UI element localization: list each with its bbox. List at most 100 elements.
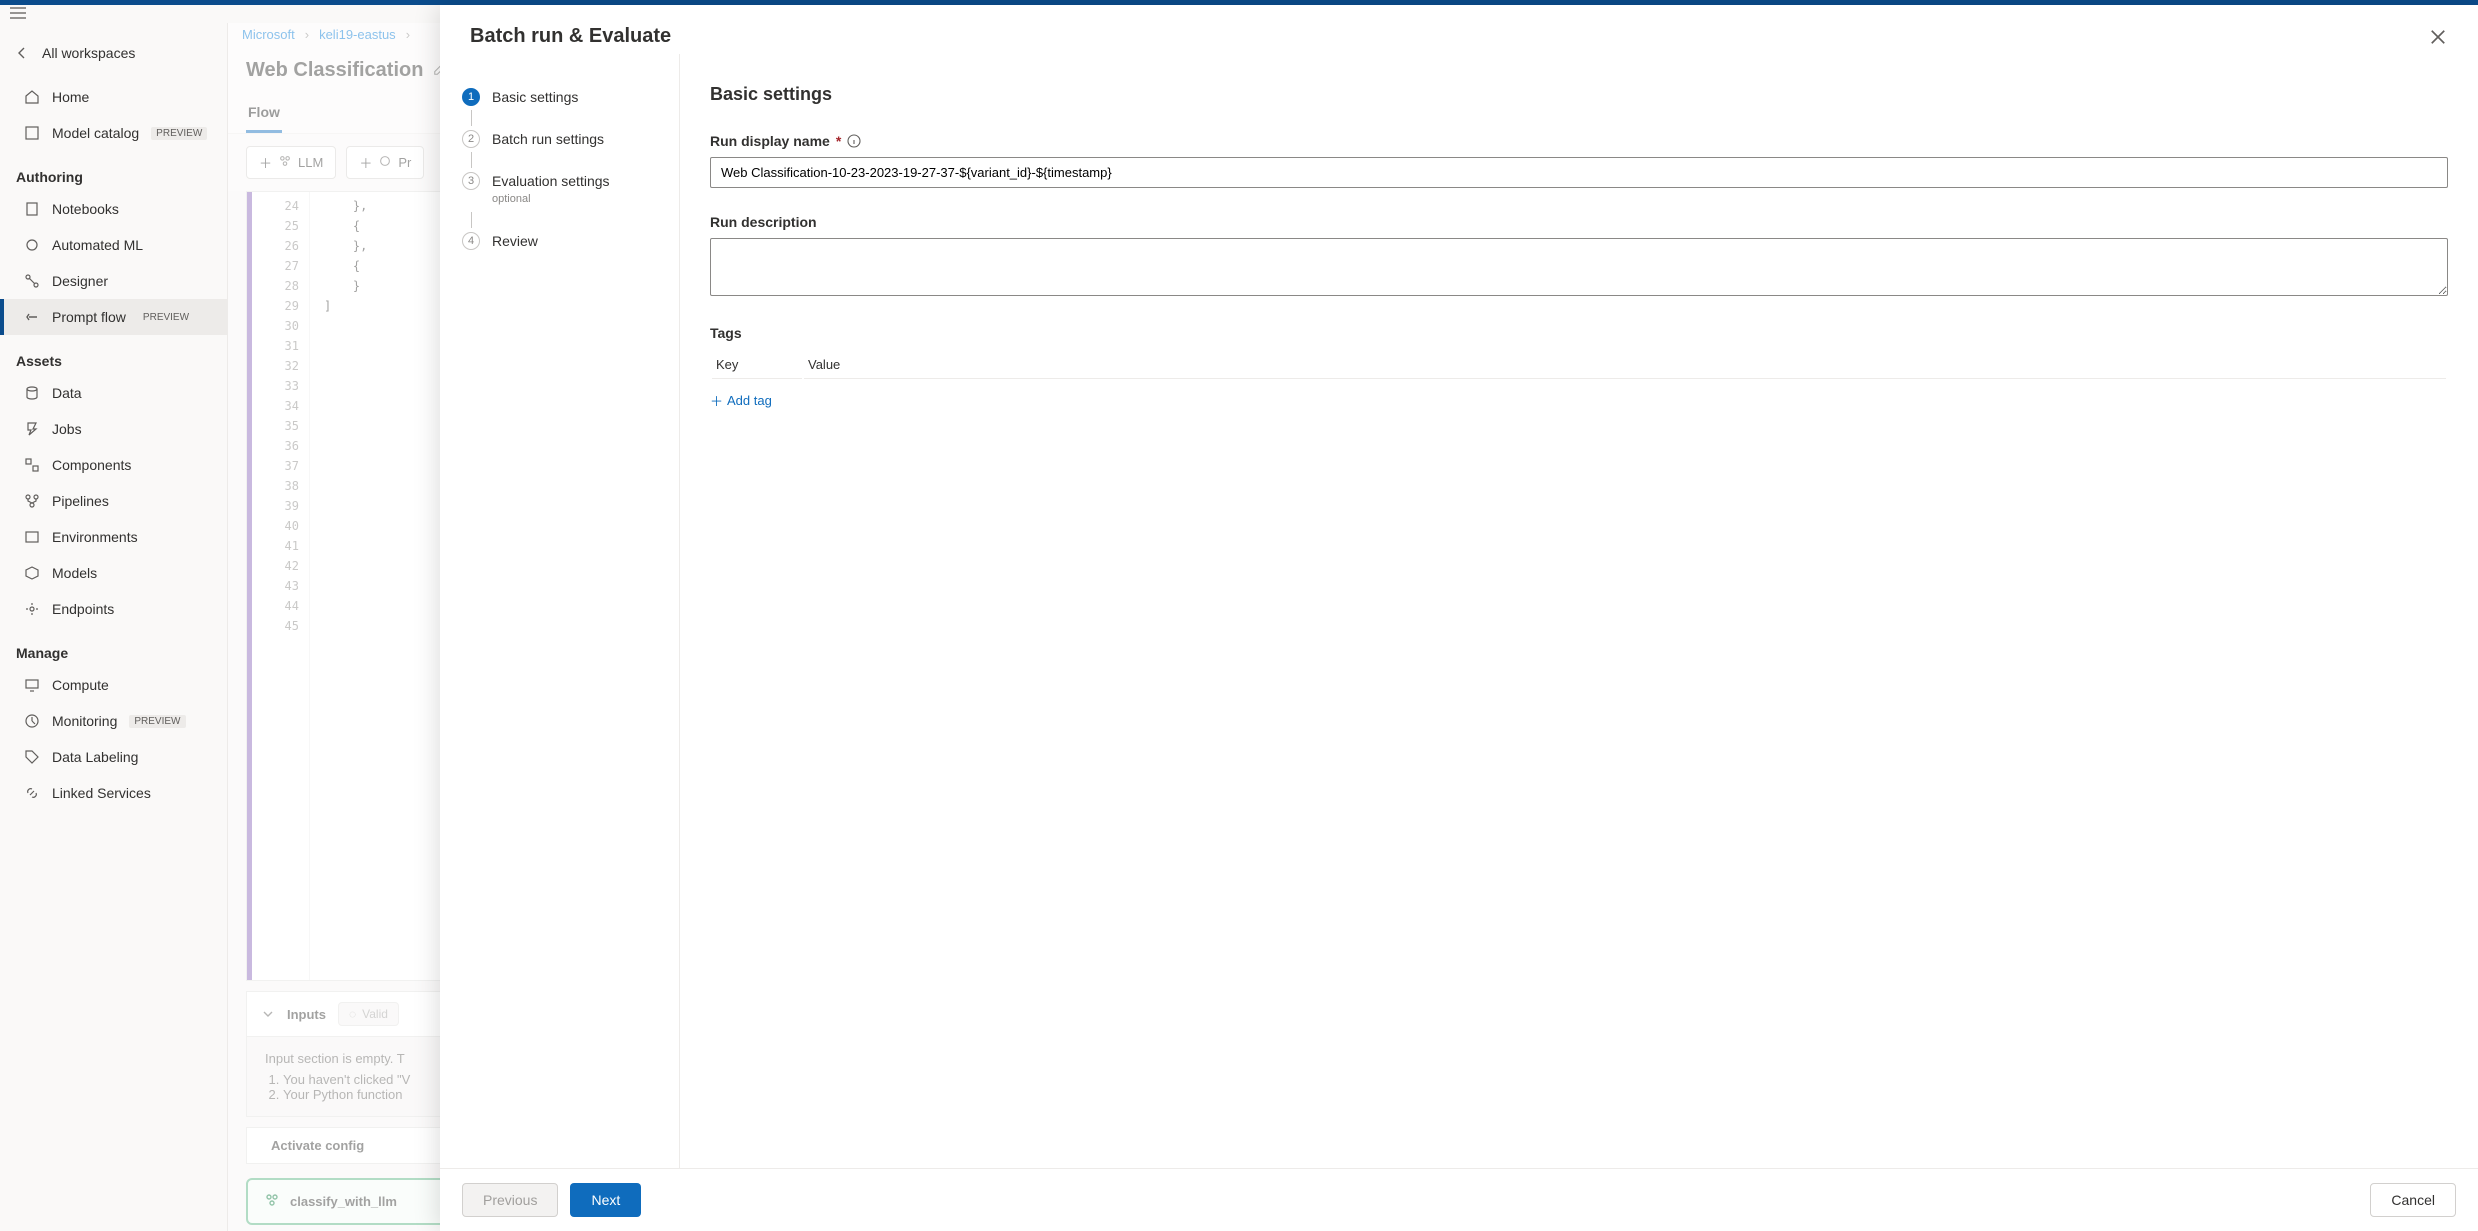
sidebar-item-compute[interactable]: Compute	[0, 667, 227, 703]
step-connector	[471, 212, 472, 228]
sidebar-item-label: Home	[52, 89, 89, 105]
plus-icon: ＋	[710, 391, 723, 410]
linked-icon	[24, 785, 40, 801]
step-number-icon: 2	[462, 130, 480, 148]
step-connector	[471, 110, 472, 126]
step-label: Batch run settings	[492, 130, 604, 148]
wizard-step-basic[interactable]: 1 Basic settings	[462, 84, 657, 110]
run-name-label: Run display name *	[710, 133, 2448, 149]
notebook-icon	[24, 201, 40, 217]
wizard-step-review[interactable]: 4 Review	[462, 228, 657, 254]
wizard-step-batchrun[interactable]: 2 Batch run settings	[462, 126, 657, 152]
dialog-title: Batch run & Evaluate	[470, 25, 671, 48]
designer-icon	[24, 273, 40, 289]
sidebar-item-datalabeling[interactable]: Data Labeling	[0, 739, 227, 775]
info-icon[interactable]	[847, 134, 861, 148]
cancel-button[interactable]: Cancel	[2370, 1183, 2456, 1217]
jobs-icon	[24, 421, 40, 437]
run-description-field: Run description	[710, 214, 2448, 299]
run-description-input[interactable]	[710, 238, 2448, 296]
step-label: Basic settings	[492, 88, 578, 106]
environments-icon	[24, 529, 40, 545]
back-label: All workspaces	[42, 45, 135, 61]
sidebar-item-linked[interactable]: Linked Services	[0, 775, 227, 811]
sidebar-item-label: Monitoring	[52, 713, 117, 729]
tags-col-key: Key	[712, 351, 802, 379]
step-sublabel: optional	[492, 190, 610, 208]
sidebar-item-home[interactable]: Home	[0, 79, 227, 115]
sidebar-item-label: Designer	[52, 273, 108, 289]
monitoring-icon	[24, 713, 40, 729]
sidebar-item-endpoints[interactable]: Endpoints	[0, 591, 227, 627]
preview-badge: PREVIEW	[129, 715, 185, 728]
sidebar-item-label: Pipelines	[52, 493, 109, 509]
sidebar-item-promptflow[interactable]: Prompt flow PREVIEW	[0, 299, 227, 335]
back-to-workspaces[interactable]: All workspaces	[0, 37, 227, 79]
sidebar-item-label: Endpoints	[52, 601, 114, 617]
sidebar-item-models[interactable]: Models	[0, 555, 227, 591]
sidebar-item-pipelines[interactable]: Pipelines	[0, 483, 227, 519]
step-label: Review	[492, 232, 538, 250]
datalabeling-icon	[24, 749, 40, 765]
tags-col-value: Value	[804, 351, 2446, 379]
sidebar-item-label: Jobs	[52, 421, 82, 437]
pipelines-icon	[24, 493, 40, 509]
batch-run-evaluate-dialog: Batch run & Evaluate 1 Basic settings 2 …	[440, 5, 2478, 1231]
sidebar-item-label: Model catalog	[52, 125, 139, 141]
step-connector	[471, 152, 472, 168]
sidebar-item-notebooks[interactable]: Notebooks	[0, 191, 227, 227]
sidebar-item-environments[interactable]: Environments	[0, 519, 227, 555]
sidebar: All workspaces Home Model catalog PREVIE…	[0, 23, 228, 1231]
sidebar-section-authoring: Authoring	[0, 151, 227, 191]
step-label: Evaluation settings optional	[492, 172, 610, 208]
tags-table: Key Value	[710, 349, 2448, 381]
previous-button: Previous	[462, 1183, 558, 1217]
catalog-icon	[24, 125, 40, 141]
close-icon[interactable]	[2428, 27, 2448, 47]
dialog-footer: Previous Next Cancel	[440, 1168, 2478, 1231]
wizard-step-eval[interactable]: 3 Evaluation settings optional	[462, 168, 657, 212]
wizard-steps: 1 Basic settings 2 Batch run settings 3 …	[440, 54, 680, 1168]
sidebar-item-label: Notebooks	[52, 201, 119, 217]
sidebar-item-label: Prompt flow	[52, 309, 126, 325]
sidebar-item-label: Linked Services	[52, 785, 151, 801]
step-number-icon: 4	[462, 232, 480, 250]
home-icon	[24, 89, 40, 105]
sidebar-item-label: Models	[52, 565, 97, 581]
run-name-field: Run display name *	[710, 133, 2448, 188]
run-name-input[interactable]	[710, 157, 2448, 188]
sidebar-item-jobs[interactable]: Jobs	[0, 411, 227, 447]
menu-icon[interactable]	[10, 7, 26, 22]
dialog-content: Basic settings Run display name * Run de…	[680, 54, 2478, 1168]
compute-icon	[24, 677, 40, 693]
sidebar-item-label: Automated ML	[52, 237, 143, 253]
sidebar-item-data[interactable]: Data	[0, 375, 227, 411]
sidebar-item-monitoring[interactable]: Monitoring PREVIEW	[0, 703, 227, 739]
data-icon	[24, 385, 40, 401]
automl-icon	[24, 237, 40, 253]
step-number-icon: 1	[462, 88, 480, 106]
sidebar-item-label: Data	[52, 385, 82, 401]
tags-field: Tags Key Value ＋ Add tag	[710, 325, 2448, 410]
sidebar-item-components[interactable]: Components	[0, 447, 227, 483]
sidebar-item-designer[interactable]: Designer	[0, 263, 227, 299]
required-asterisk: *	[836, 133, 841, 149]
sidebar-section-manage: Manage	[0, 627, 227, 667]
back-arrow-icon	[14, 45, 30, 61]
sidebar-section-assets: Assets	[0, 335, 227, 375]
sidebar-item-label: Components	[52, 457, 131, 473]
sidebar-item-model-catalog[interactable]: Model catalog PREVIEW	[0, 115, 227, 151]
next-button[interactable]: Next	[570, 1183, 641, 1217]
sidebar-item-automl[interactable]: Automated ML	[0, 227, 227, 263]
step-number-icon: 3	[462, 172, 480, 190]
tags-label: Tags	[710, 325, 2448, 341]
sidebar-item-label: Environments	[52, 529, 138, 545]
add-tag-button[interactable]: ＋ Add tag	[710, 391, 2448, 410]
preview-badge: PREVIEW	[138, 311, 194, 324]
components-icon	[24, 457, 40, 473]
sidebar-item-label: Data Labeling	[52, 749, 138, 765]
endpoints-icon	[24, 601, 40, 617]
sidebar-item-label: Compute	[52, 677, 109, 693]
run-description-label: Run description	[710, 214, 2448, 230]
promptflow-icon	[24, 309, 40, 325]
